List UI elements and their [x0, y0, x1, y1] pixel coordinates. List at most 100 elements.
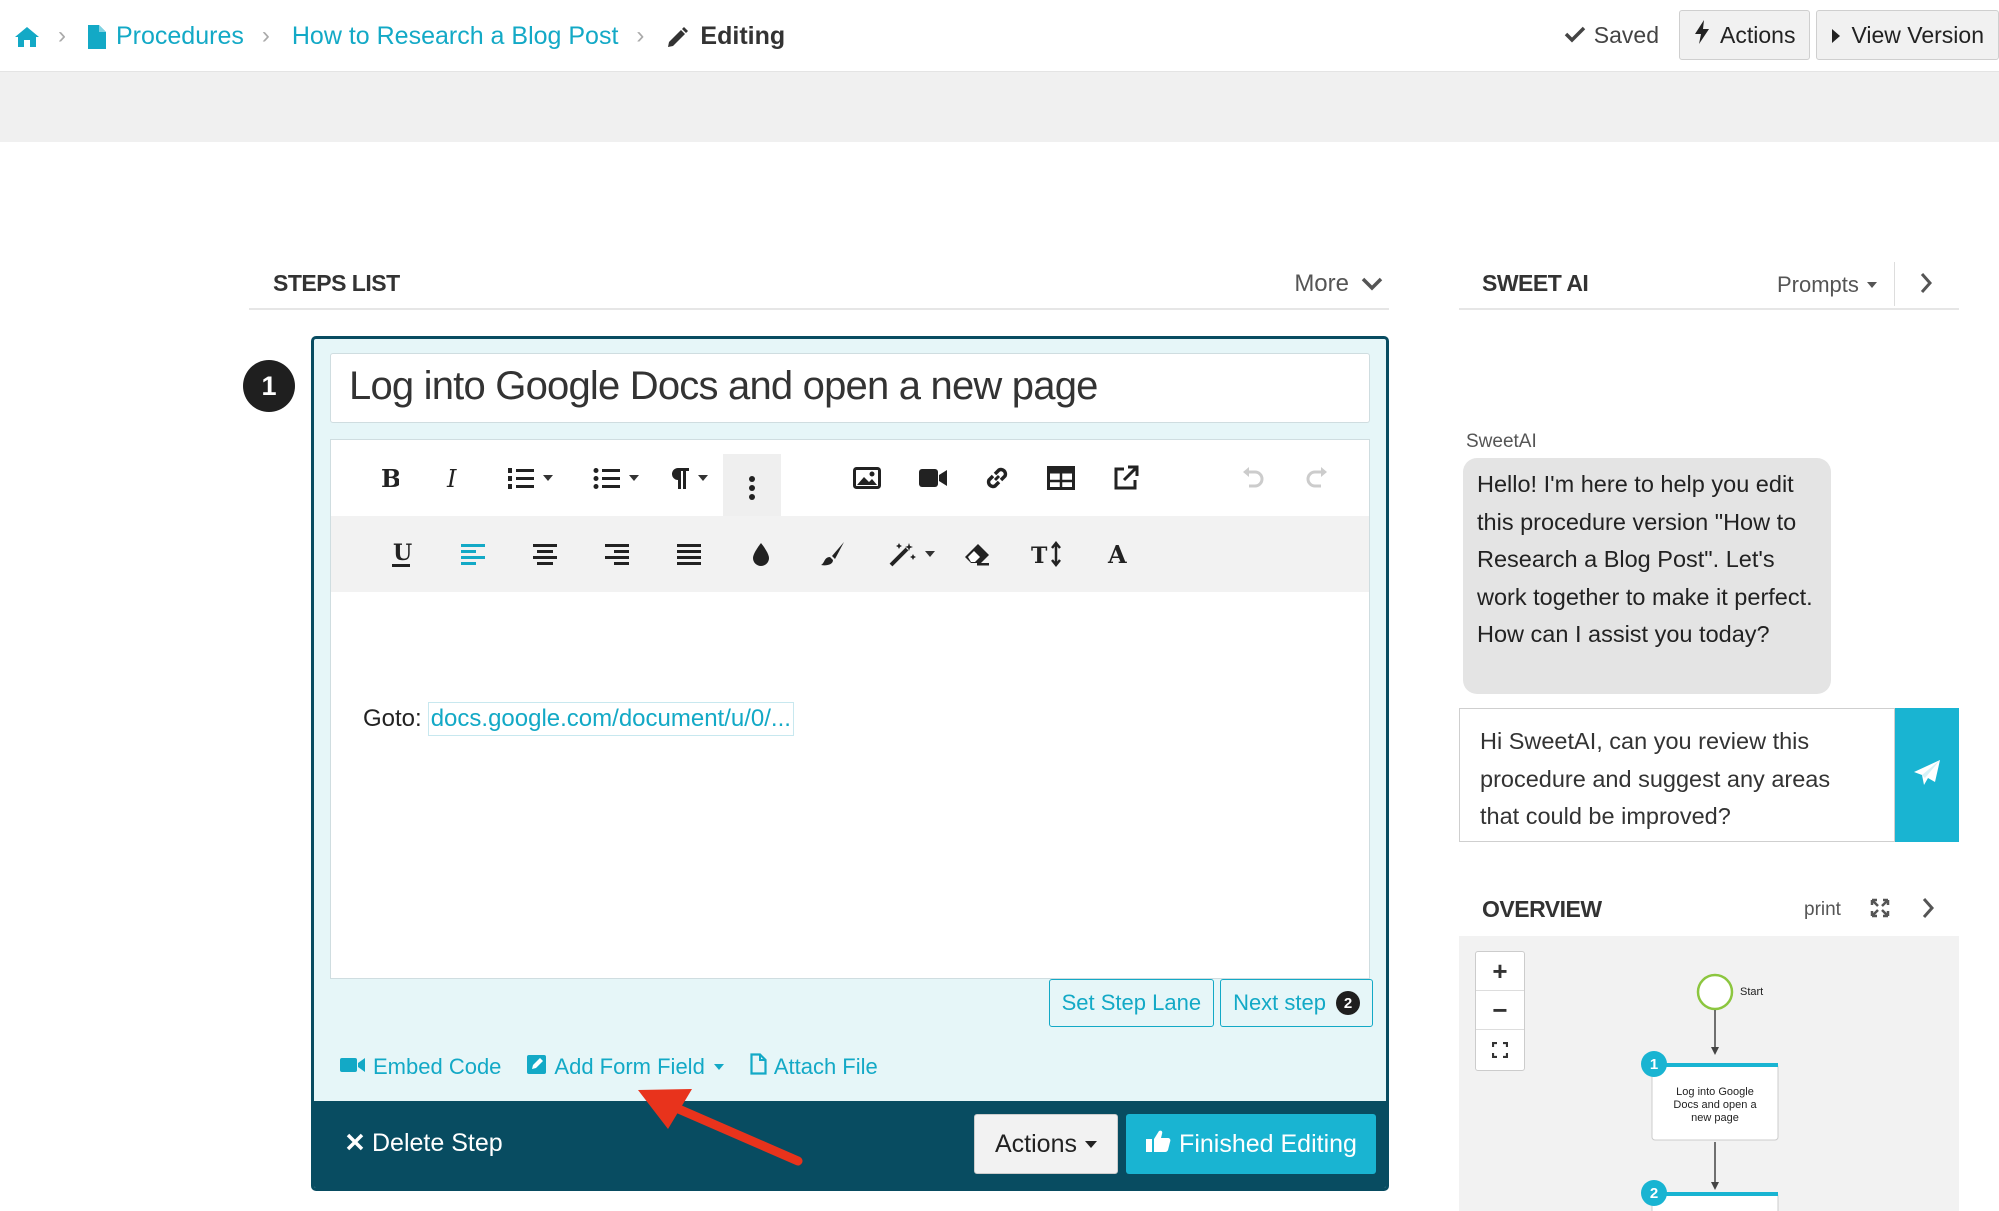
more-label: More — [1294, 270, 1349, 297]
step-node-1-label-line: Log into Google — [1676, 1086, 1754, 1098]
more-button[interactable]: More — [1294, 270, 1383, 298]
caret-down-icon — [1084, 1140, 1097, 1148]
view-version-button[interactable]: View Version — [1816, 10, 1999, 60]
start-node[interactable] — [1696, 973, 1734, 1011]
play-icon — [1831, 22, 1841, 49]
overview-header: OVERVIEW print — [1459, 884, 1959, 936]
check-icon — [1564, 22, 1586, 49]
edit-square-icon — [527, 1054, 547, 1080]
steps-list-title: STEPS LIST — [273, 270, 400, 296]
view-version-label: View Version — [1851, 21, 1984, 48]
paragraph-icon[interactable] — [661, 440, 717, 516]
step-node-1-accent — [1652, 1063, 1778, 1067]
step-node-2-accent — [1652, 1192, 1778, 1196]
step-title-input[interactable]: Log into Google Docs and open a new page — [330, 353, 1370, 423]
svg-text:T: T — [1031, 543, 1048, 567]
align-right-icon[interactable] — [595, 516, 639, 592]
italic-icon[interactable]: I — [431, 440, 475, 516]
set-step-lane-label: Set Step Lane — [1061, 990, 1202, 1015]
attach-file-link[interactable]: Attach File — [750, 1053, 878, 1081]
chevron-down-icon — [1361, 270, 1383, 298]
sweet-ai-header: SWEET AI Prompts — [1459, 262, 1959, 310]
svg-text:U: U — [393, 541, 412, 566]
bold-icon[interactable]: B — [367, 440, 411, 516]
eraser-icon[interactable] — [955, 516, 999, 592]
finished-editing-button[interactable]: Finished Editing — [1126, 1114, 1376, 1174]
bullet-list-icon[interactable] — [581, 440, 651, 516]
next-step-number: 2 — [1336, 991, 1360, 1015]
print-link[interactable]: print — [1804, 899, 1841, 921]
redo-icon[interactable] — [1295, 440, 1339, 516]
set-step-lane-button[interactable]: Set Step Lane — [1048, 979, 1215, 1027]
content-link[interactable]: docs.google.com/document/u/0/... — [427, 702, 794, 736]
link-icon[interactable] — [975, 440, 1019, 516]
next-step-label: Next step — [1233, 990, 1326, 1015]
ordered-list-icon[interactable] — [495, 440, 565, 516]
add-form-field-dropdown[interactable]: Add Form Field — [527, 1054, 724, 1080]
step-actions-button[interactable]: Actions — [974, 1114, 1118, 1174]
delete-step-label: Delete Step — [372, 1129, 503, 1157]
step-number-badge: 1 — [243, 360, 295, 412]
saved-status: Saved — [1564, 22, 1659, 49]
prompts-dropdown[interactable]: Prompts — [1777, 272, 1877, 298]
chevron-right-icon: › — [636, 22, 645, 49]
align-justify-icon[interactable] — [667, 516, 711, 592]
close-icon — [346, 1129, 364, 1158]
breadcrumb-procedure-name[interactable]: How to Research a Blog Post — [292, 22, 619, 51]
sweet-ai-title: SWEET AI — [1482, 270, 1589, 296]
prompts-label: Prompts — [1777, 272, 1859, 297]
table-icon[interactable] — [1039, 440, 1083, 516]
overview-canvas[interactable]: + − Start 1 Log into Google Docs and ope… — [1459, 936, 1959, 1211]
image-icon[interactable] — [845, 440, 889, 516]
align-center-icon[interactable] — [523, 516, 567, 592]
step-card-footer: Delete Step Actions Finished Editing — [314, 1101, 1386, 1188]
toolbar-row-2: U T A — [331, 516, 1369, 592]
arrowhead-icon — [1711, 1182, 1719, 1190]
step-node-1-label: Log into Google Docs and open a new page — [1652, 1086, 1778, 1125]
toolbar-row-1: B I — [331, 440, 1369, 534]
font-family-icon[interactable]: A — [1097, 516, 1141, 592]
header-actions-button[interactable]: Actions — [1679, 10, 1811, 60]
magic-wand-icon[interactable] — [881, 516, 943, 592]
chat-input[interactable]: Hi SweetAI, can you review this procedur… — [1459, 708, 1895, 842]
expand-icon[interactable] — [1870, 898, 1890, 923]
paper-plane-icon — [1913, 759, 1941, 792]
font-size-icon[interactable]: T — [1025, 516, 1069, 592]
caret-down-icon — [1866, 282, 1877, 288]
svg-text:B: B — [381, 466, 399, 490]
step-node-1-label-line: Docs and open a — [1673, 1099, 1757, 1111]
paintbrush-icon[interactable] — [811, 516, 855, 592]
send-button[interactable] — [1895, 708, 1959, 842]
chevron-right-icon: › — [261, 22, 270, 49]
chat-sender: SweetAI — [1466, 431, 1537, 452]
home-icon[interactable] — [14, 22, 40, 51]
editor-content[interactable]: Goto: docs.google.com/document/u/0/... — [363, 702, 794, 736]
overview-title: OVERVIEW — [1482, 896, 1602, 922]
embed-code-link[interactable]: Embed Code — [340, 1054, 501, 1080]
delete-step-button[interactable]: Delete Step — [346, 1129, 503, 1158]
finished-editing-label: Finished Editing — [1179, 1129, 1357, 1158]
video-icon[interactable] — [911, 440, 955, 516]
kebab-menu-icon[interactable] — [726, 450, 778, 526]
chevron-right-icon[interactable] — [1921, 897, 1935, 924]
chat-message-bubble: Hello! I'm here to help you edit this pr… — [1463, 458, 1831, 694]
svg-text:A: A — [1107, 542, 1127, 566]
align-left-icon[interactable] — [451, 516, 495, 592]
undo-icon[interactable] — [1231, 440, 1275, 516]
underline-icon[interactable]: U — [379, 516, 423, 592]
external-link-icon[interactable] — [1104, 440, 1148, 516]
step-node-1-label-line: new page — [1691, 1112, 1739, 1124]
step-actions-label: Actions — [995, 1129, 1077, 1158]
chevron-right-icon[interactable] — [1919, 272, 1933, 299]
step-node-2-number: 2 — [1649, 1185, 1659, 1202]
next-step-button[interactable]: Next step 2 — [1220, 979, 1373, 1027]
process-diagram — [1641, 973, 1779, 1211]
add-form-field-label: Add Form Field — [554, 1054, 705, 1079]
step-card: Log into Google Docs and open a new page… — [311, 336, 1389, 1191]
caret-down-icon — [713, 1064, 724, 1070]
breadcrumb-procedures[interactable]: Procedures — [116, 22, 244, 51]
top-bar: › Procedures › How to Research a Blog Po… — [0, 0, 1999, 72]
rich-text-editor[interactable]: B I — [330, 439, 1370, 979]
text-color-icon[interactable] — [739, 516, 783, 592]
embed-code-label: Embed Code — [373, 1054, 502, 1079]
